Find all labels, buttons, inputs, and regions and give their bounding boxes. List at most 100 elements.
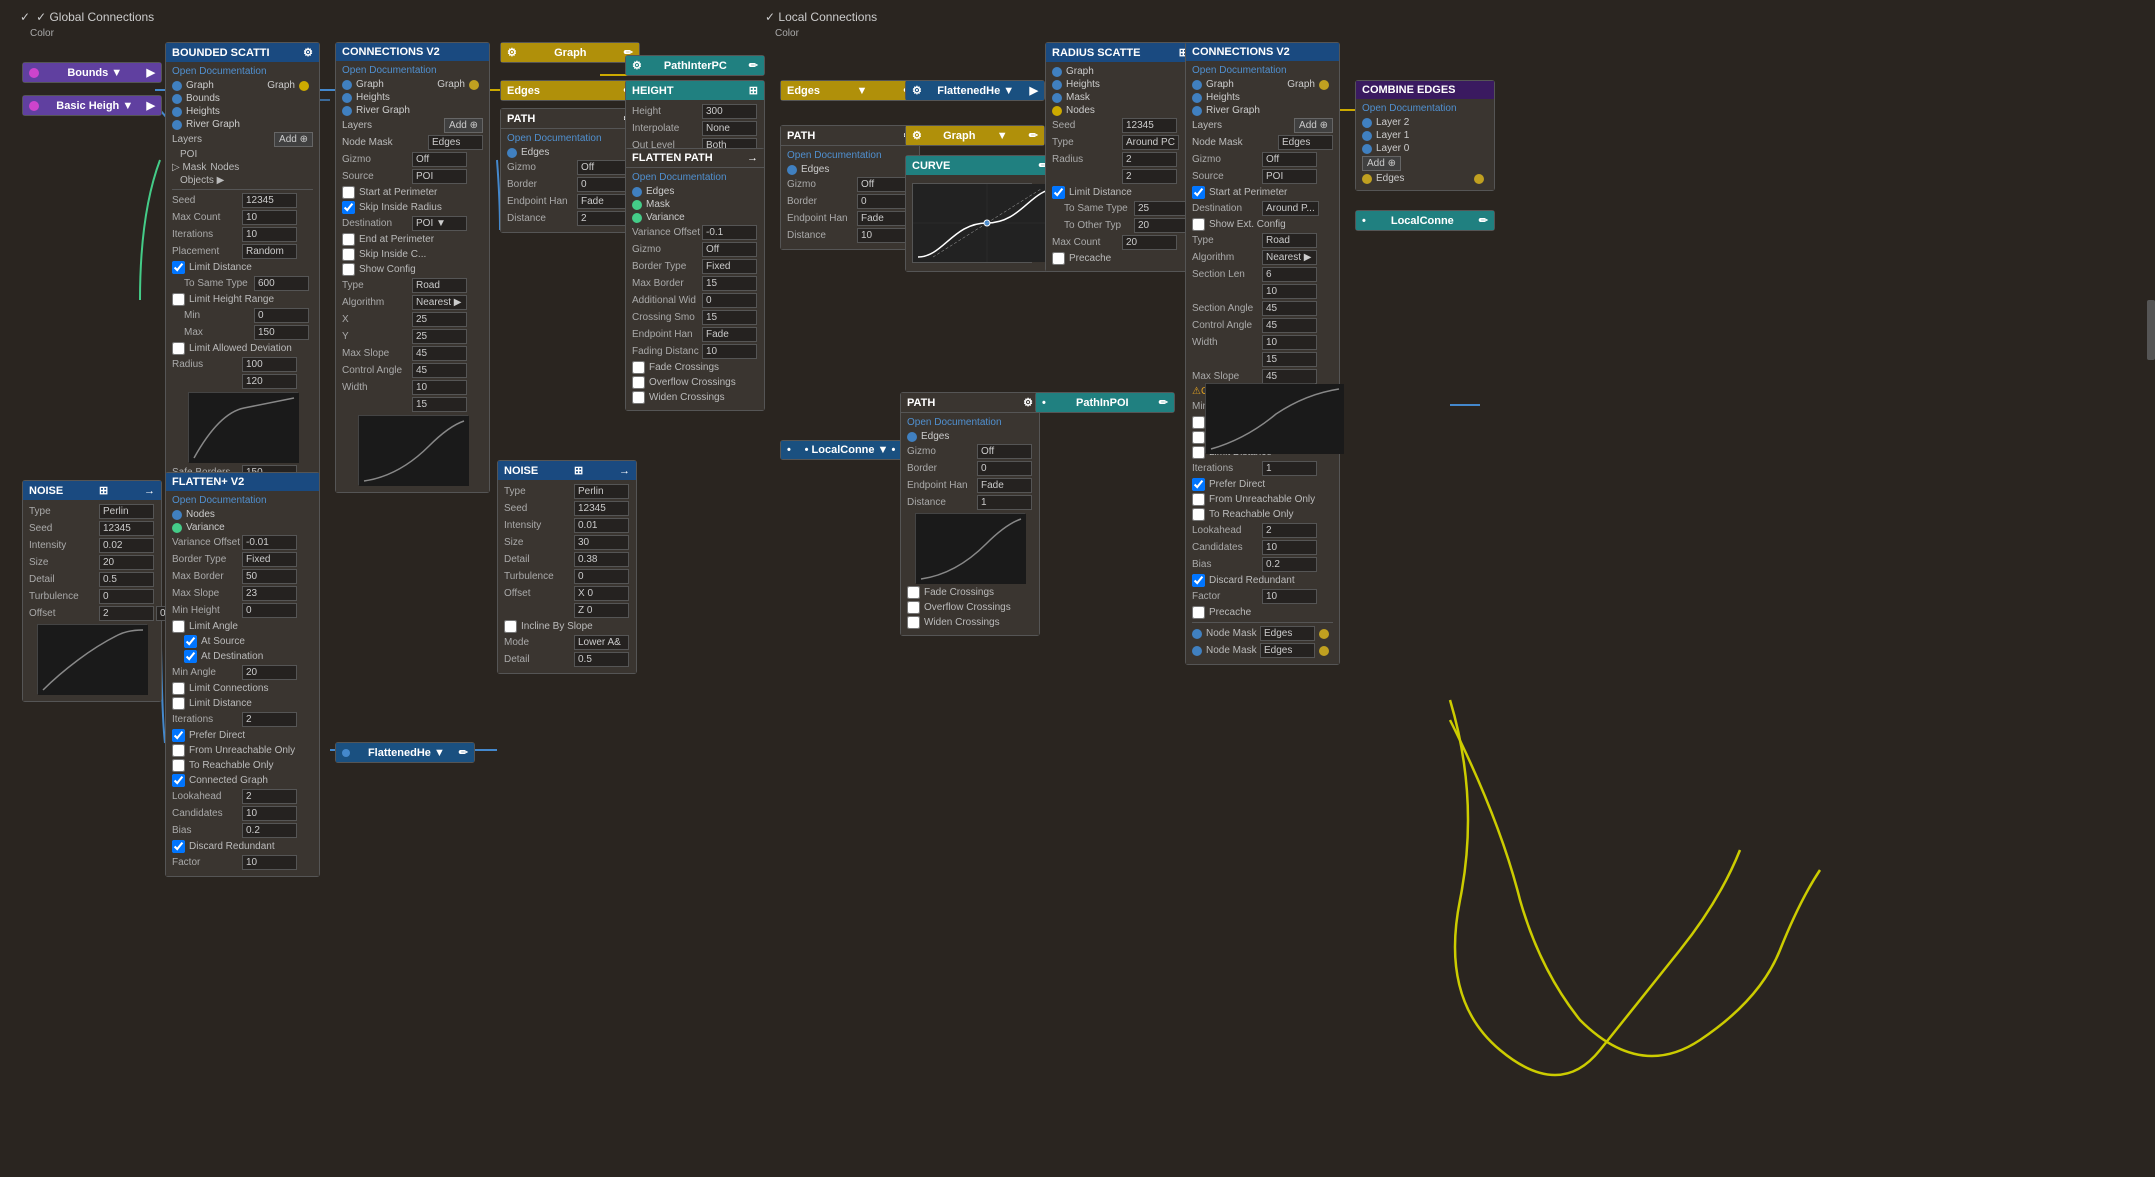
pathinterpc-header[interactable]: ⚙ PathInterPC ✏	[626, 56, 764, 75]
noise-type-val[interactable]: Perlin	[99, 504, 154, 519]
graph-right-edit-icon[interactable]: ✏	[1029, 129, 1038, 142]
path-br-widen-cb[interactable]	[907, 616, 920, 629]
flatten-mb2-val[interactable]: 50	[242, 569, 297, 584]
limit-distance-cb[interactable]	[172, 261, 185, 274]
conn-r-nm2-val[interactable]: Edges	[1260, 626, 1315, 641]
max-val[interactable]: 150	[254, 325, 309, 340]
flatten-add-wid-val[interactable]: 0	[702, 293, 757, 308]
conn-source-val[interactable]: POI	[412, 169, 467, 184]
rs-st-val[interactable]: 25	[1134, 201, 1189, 216]
path-right-doc[interactable]: Open Documentation	[787, 150, 913, 161]
noise-turb-val[interactable]: 0	[99, 589, 154, 604]
noise-r-offset-x[interactable]: X 0	[574, 586, 629, 601]
flatten-limit-angle-cb[interactable]	[172, 620, 185, 633]
flatten-plus-header[interactable]: FLATTEN+ V2	[166, 473, 319, 491]
flatten-plus-doc[interactable]: Open Documentation	[172, 495, 313, 506]
conn-r-gizmo-val[interactable]: Off	[1262, 152, 1317, 167]
graph-header[interactable]: ⚙ Graph ✏	[501, 43, 639, 62]
path-br-gizmo-val[interactable]: Off	[977, 444, 1032, 459]
conn-r-algo-val[interactable]: Nearest ▶	[1262, 250, 1317, 265]
curve-editor[interactable]	[912, 183, 1032, 263]
conn-width-val[interactable]: 10	[412, 380, 467, 395]
rs-ot-val[interactable]: 20	[1134, 218, 1189, 233]
flatten-ep-val[interactable]: Fade	[702, 327, 757, 342]
conn-type-val[interactable]: Road	[412, 278, 467, 293]
flatten-dr-cb[interactable]	[172, 840, 185, 853]
rs-ld-cb[interactable]	[1052, 186, 1065, 199]
combine-doc[interactable]: Open Documentation	[1362, 103, 1488, 114]
overflow-crossings-cb[interactable]	[632, 376, 645, 389]
flattened-right-header[interactable]: ⚙ FlattenedHe ▼ ▶	[906, 81, 1044, 100]
noise-r-size-val[interactable]: 30	[574, 535, 629, 550]
pathinterpc-edit-icon[interactable]: ✏	[749, 59, 758, 72]
flatten-iter-val[interactable]: 2	[242, 712, 297, 727]
iterations-val[interactable]: 10	[242, 227, 297, 242]
height-val[interactable]: 300	[702, 104, 757, 119]
noise-r-incline-cb[interactable]	[504, 620, 517, 633]
radius-val2[interactable]: 120	[242, 374, 297, 389]
path-border-val[interactable]: 0	[577, 177, 632, 192]
noise-r-type-val[interactable]: Perlin	[574, 484, 629, 499]
path-bottom-right-header[interactable]: PATH ⚙	[901, 393, 1039, 413]
flatten-cg-cb[interactable]	[172, 774, 185, 787]
conn-skip-inside-cb[interactable]	[342, 201, 355, 214]
bounded-scatter-doc[interactable]: Open Documentation	[172, 66, 313, 77]
conn-skip2-cb[interactable]	[342, 248, 355, 261]
connections-v2-left-header[interactable]: CONNECTIONS V2	[336, 43, 489, 61]
combine-edges-header[interactable]: COMBINE EDGES	[1356, 81, 1494, 99]
flatten-gizmo-val[interactable]: Off	[702, 242, 757, 257]
same-type-val[interactable]: 600	[254, 276, 309, 291]
path-br-dist-val[interactable]: 1	[977, 495, 1032, 510]
conn-dest-val[interactable]: POI ▼	[412, 216, 467, 231]
curve-header[interactable]: CURVE ✏	[906, 156, 1054, 175]
flatten-cand-val[interactable]: 10	[242, 806, 297, 821]
flatten-path-arrow-icon[interactable]: →	[747, 152, 758, 164]
flatten-ma-val[interactable]: 20	[242, 665, 297, 680]
local-conne-bottom-header[interactable]: • • LocalConne ▼ • •	[781, 441, 919, 459]
conn-y-val[interactable]: 25	[412, 329, 467, 344]
flatten-pd-cb[interactable]	[172, 729, 185, 742]
conn-r-sa-val[interactable]: 45	[1262, 301, 1317, 316]
flattened-bottom-edit-icon[interactable]: ✏	[459, 746, 468, 759]
flatten-max-border-val[interactable]: 15	[702, 276, 757, 291]
pathinpoi-header[interactable]: • PathInPOI ✏	[1036, 393, 1174, 412]
bounds-header[interactable]: Bounds ▼ ▶	[23, 63, 161, 82]
conn-end-perimeter-cb[interactable]	[342, 233, 355, 246]
conn-r-ca-val[interactable]: 45	[1262, 318, 1317, 333]
pathinpoi-edit-icon[interactable]: ✏	[1159, 396, 1168, 409]
noise-right-header[interactable]: NOISE ⊞ →	[498, 461, 636, 480]
conn-algo-val[interactable]: Nearest ▶	[412, 295, 467, 310]
noise-detail-val[interactable]: 0.5	[99, 572, 154, 587]
conn-r-dr-cb[interactable]	[1192, 574, 1205, 587]
noise-r-seed-val[interactable]: 12345	[574, 501, 629, 516]
flatten-var-offset-val[interactable]: -0.1	[702, 225, 757, 240]
flatten-lk-val[interactable]: 2	[242, 789, 297, 804]
flatten-ms-val[interactable]: 23	[242, 586, 297, 601]
path-left-doc[interactable]: Open Documentation	[507, 133, 633, 144]
conn-add-btn[interactable]: Add ⊕	[444, 118, 483, 133]
path-r-border-val[interactable]: 0	[857, 194, 912, 209]
conn-width-val2[interactable]: 15	[412, 397, 467, 412]
conn-r-bias-val[interactable]: 0.2	[1262, 557, 1317, 572]
conn-start-perimeter-cb[interactable]	[342, 186, 355, 199]
max-count-val[interactable]: 10	[242, 210, 297, 225]
noise-offset-x[interactable]: 2	[99, 606, 154, 621]
path-right-header[interactable]: PATH ⚙	[781, 126, 919, 146]
noise-r-detail-val[interactable]: 0.38	[574, 552, 629, 567]
flatten-ld2-cb[interactable]	[172, 697, 185, 710]
flatten-tr-cb[interactable]	[172, 759, 185, 772]
rs-type-val[interactable]: Around PC	[1122, 135, 1179, 150]
flatten-factor-val[interactable]: 10	[242, 855, 297, 870]
conn-r-factor-val[interactable]: 10	[1262, 589, 1317, 604]
conn-x-val[interactable]: 25	[412, 312, 467, 327]
bounded-scatter-header[interactable]: BOUNDED SCATTI ⚙	[166, 43, 319, 62]
conn-r-tr-cb[interactable]	[1192, 508, 1205, 521]
conn-r-w-val[interactable]: 10	[1262, 335, 1317, 350]
resize-handle[interactable]	[2147, 300, 2155, 360]
path-r-gizmo-val[interactable]: Off	[857, 177, 912, 192]
path-br-ep-val[interactable]: Fade	[977, 478, 1032, 493]
graph-right-header[interactable]: ⚙ Graph ▼ ✏	[906, 126, 1044, 145]
rs-mc-val[interactable]: 20	[1122, 235, 1177, 250]
path-br-border-val[interactable]: 0	[977, 461, 1032, 476]
edges-right-header[interactable]: Edges ▼ ✏	[781, 81, 919, 100]
